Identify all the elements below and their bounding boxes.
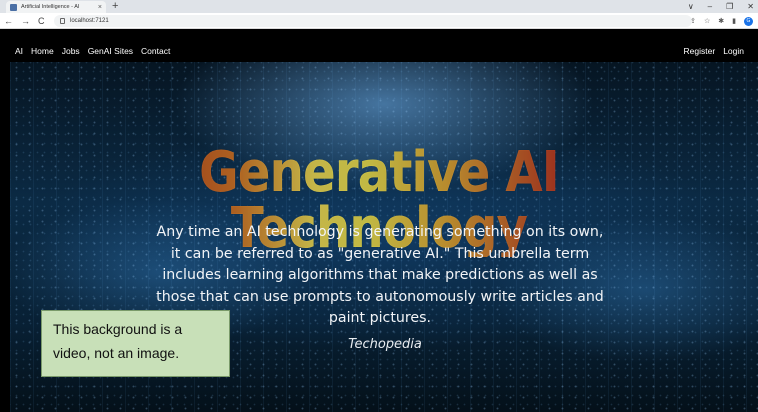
nav-link-genai-sites[interactable]: GenAI Sites <box>88 46 133 56</box>
nav-buttons: ← → C <box>4 15 45 27</box>
lock-icon[interactable] <box>60 18 65 24</box>
star-icon[interactable]: ☆ <box>704 17 710 25</box>
nav-link-jobs[interactable]: Jobs <box>62 46 80 56</box>
site-navbar: AI Home Jobs GenAI Sites Contact Registe… <box>0 40 758 62</box>
close-window-icon[interactable]: ✕ <box>747 2 754 11</box>
reload-icon[interactable]: C <box>38 15 45 27</box>
extensions-icon[interactable]: ✱ <box>718 17 724 25</box>
tab-search-icon[interactable]: ∨ <box>688 2 694 11</box>
profile-avatar[interactable]: G <box>744 16 753 26</box>
nav-link-contact[interactable]: Contact <box>141 46 170 56</box>
annotation-callout: This background is a video, not an image… <box>41 310 230 377</box>
forward-icon[interactable]: → <box>21 15 30 27</box>
minimize-icon[interactable]: – <box>708 2 712 11</box>
share-icon[interactable]: ⇪ <box>690 17 696 25</box>
navbar-brand[interactable]: AI <box>15 46 23 56</box>
browser-tab-bar: Artificial Intelligence - AI × + ∨ – ❐ ✕ <box>0 0 758 13</box>
browser-toolbar: ← → C localhost:7121 ⇪ ☆ ✱ ▮ G <box>0 13 758 29</box>
nav-link-home[interactable]: Home <box>31 46 54 56</box>
address-bar[interactable]: localhost:7121 <box>54 15 692 27</box>
window-controls: ∨ – ❐ ✕ <box>688 0 754 13</box>
tab-title: Artificial Intelligence - AI <box>21 4 80 10</box>
url-text[interactable]: localhost:7121 <box>70 18 109 24</box>
maximize-icon[interactable]: ❐ <box>726 2 733 11</box>
toolbar-icons: ⇪ ☆ ✱ ▮ G <box>690 15 753 27</box>
navbar-right: Register Login <box>684 46 744 56</box>
nav-link-register[interactable]: Register <box>684 46 716 56</box>
sidepanel-icon[interactable]: ▮ <box>732 17 736 25</box>
tab-close-icon[interactable]: × <box>98 4 102 11</box>
browser-tab[interactable]: Artificial Intelligence - AI × <box>6 1 106 13</box>
back-icon[interactable]: ← <box>4 15 13 27</box>
nav-link-login[interactable]: Login <box>723 46 744 56</box>
navbar-left: AI Home Jobs GenAI Sites Contact <box>15 46 170 56</box>
favicon-icon <box>10 3 17 11</box>
new-tab-button[interactable]: + <box>112 0 118 12</box>
